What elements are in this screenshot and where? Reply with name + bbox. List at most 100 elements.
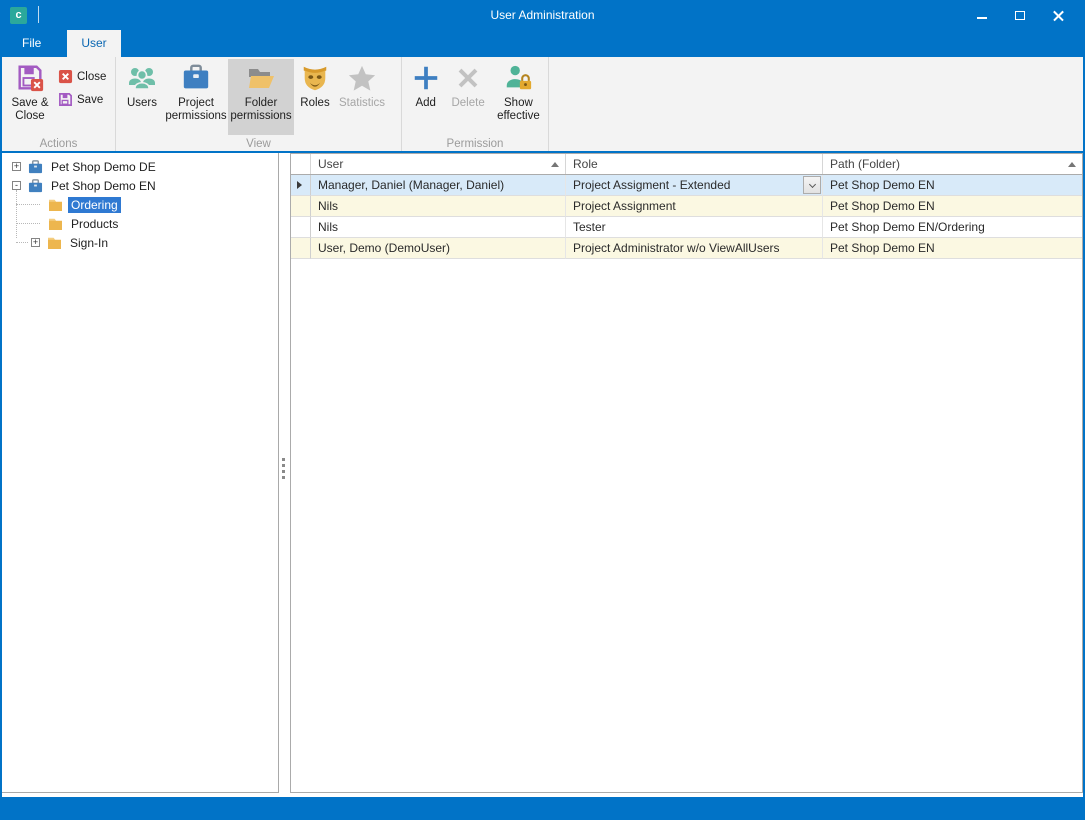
grid-row-3[interactable]: Nils Tester Pet Shop Demo EN/Ordering — [291, 217, 1082, 238]
save-close-icon — [14, 62, 46, 94]
add-button[interactable]: Add — [406, 59, 445, 135]
folder-permissions-label: Folder permissions — [228, 97, 294, 123]
row-indicator — [291, 196, 311, 217]
ribbon-tab-bar: File User — [0, 30, 1085, 57]
minimize-button[interactable] — [963, 0, 1001, 30]
expand-icon[interactable]: + — [31, 238, 40, 247]
grid-cell-role[interactable]: Project Assignment — [566, 196, 823, 217]
grid-row-2[interactable]: Nils Project Assignment Pet Shop Demo EN — [291, 196, 1082, 217]
grid-header-role[interactable]: Role — [566, 154, 823, 174]
grid-cell-user[interactable]: Nils — [311, 217, 566, 238]
folder-tree: + Pet Shop Demo DE - — [2, 153, 279, 793]
person-lock-icon — [502, 62, 534, 94]
ribbon: Save & Close Close — [0, 57, 1085, 153]
grid-cell-user[interactable]: User, Demo (DemoUser) — [311, 238, 566, 259]
add-label: Add — [415, 97, 435, 110]
delete-button: Delete — [445, 59, 490, 135]
sort-asc-icon — [551, 162, 559, 167]
folder-icon — [47, 236, 62, 250]
tree-item-label: Sign-In — [67, 235, 111, 251]
close-icon — [1053, 10, 1064, 21]
main-area: + Pet Shop Demo DE - — [0, 153, 1085, 797]
project-permissions-label: Project permissions — [164, 97, 228, 123]
grid-cell-path[interactable]: Pet Shop Demo EN — [823, 238, 1082, 259]
close-window-button[interactable] — [1039, 0, 1077, 30]
star-icon — [346, 62, 378, 94]
grid-cell-user[interactable]: Nils — [311, 196, 566, 217]
folder-permissions-button[interactable]: Folder permissions — [228, 59, 294, 135]
save-label: Save — [77, 94, 103, 106]
grid-header-row: User Role Path (Folder) — [291, 154, 1082, 175]
roles-button[interactable]: Roles — [294, 59, 336, 135]
mask-icon — [299, 62, 331, 94]
group-label-actions: Actions — [2, 138, 115, 150]
grid-header-path[interactable]: Path (Folder) — [823, 154, 1082, 174]
user-administration-window: c User Administration File User — [0, 0, 1085, 820]
grid-cell-role[interactable]: Project Assigment - Extended — [566, 175, 823, 196]
grid-cell-role[interactable]: Project Administrator w/o ViewAllUsers — [566, 238, 823, 259]
panel-splitter[interactable] — [279, 153, 290, 793]
close-label: Close — [77, 71, 106, 83]
status-bar — [0, 797, 1085, 820]
role-dropdown-button[interactable] — [803, 176, 821, 194]
delete-label: Delete — [451, 97, 484, 110]
ribbon-group-permission: Add Delete — [402, 57, 549, 151]
plus-icon — [410, 62, 442, 94]
sort-asc-icon — [1068, 162, 1076, 167]
tree-item-sign-in[interactable]: + Sign-In — [2, 233, 278, 252]
group-label-view: View — [116, 138, 401, 150]
project-icon — [28, 160, 43, 174]
tree-item-label: Pet Shop Demo DE — [48, 159, 159, 175]
grid-cell-role[interactable]: Tester — [566, 217, 823, 238]
open-folder-icon — [245, 62, 277, 94]
close-button[interactable]: Close — [54, 67, 109, 86]
save-and-close-label: Save & Close — [6, 97, 54, 123]
tree-item-label: Pet Shop Demo EN — [48, 178, 159, 194]
permissions-grid: User Role Path (Folder) Manager, Daniel … — [290, 153, 1083, 793]
grid-row-1[interactable]: Manager, Daniel (Manager, Daniel) Projec… — [291, 175, 1082, 196]
statistics-label: Statistics — [339, 97, 385, 110]
grid-cell-path[interactable]: Pet Shop Demo EN — [823, 196, 1082, 217]
expand-icon[interactable]: + — [12, 162, 21, 171]
tab-user[interactable]: User — [67, 30, 120, 57]
users-button[interactable]: Users — [120, 59, 164, 135]
folder-icon — [48, 198, 63, 212]
tree-item-pet-shop-demo-de[interactable]: + Pet Shop Demo DE — [2, 157, 278, 176]
window-controls — [963, 0, 1077, 30]
grid-cell-path[interactable]: Pet Shop Demo EN — [823, 175, 1082, 196]
minimize-icon — [977, 17, 987, 19]
tree-connector — [16, 223, 40, 224]
statistics-button: Statistics — [336, 59, 388, 135]
save-button[interactable]: Save — [54, 90, 109, 109]
ribbon-group-view: Users Project permissions — [116, 57, 402, 151]
folder-icon — [48, 217, 63, 231]
tab-file[interactable]: File — [8, 30, 55, 57]
tree-item-pet-shop-demo-en[interactable]: - Pet Shop Demo EN — [2, 176, 278, 195]
project-icon — [28, 179, 43, 193]
close-action-icon — [57, 69, 73, 85]
tree-item-ordering[interactable]: Ordering — [2, 195, 278, 214]
tree-item-products[interactable]: Products — [2, 214, 278, 233]
tree-item-label: Products — [68, 216, 121, 232]
tree-item-label-selected: Ordering — [68, 197, 121, 213]
users-label: Users — [127, 97, 157, 110]
show-effective-button[interactable]: Show effective — [491, 59, 546, 135]
row-indicator — [291, 217, 311, 238]
maximize-button[interactable] — [1001, 0, 1039, 30]
save-and-close-button[interactable]: Save & Close — [6, 59, 54, 135]
project-permissions-button[interactable]: Project permissions — [164, 59, 228, 135]
grid-header-user[interactable]: User — [311, 154, 566, 174]
roles-label: Roles — [300, 97, 329, 110]
collapse-icon[interactable]: - — [12, 181, 21, 190]
save-icon — [57, 92, 73, 108]
x-icon — [452, 62, 484, 94]
briefcase-icon — [180, 62, 212, 94]
grid-cell-path[interactable]: Pet Shop Demo EN/Ordering — [823, 217, 1082, 238]
grid-header-indicator — [291, 154, 311, 174]
grid-row-4[interactable]: User, Demo (DemoUser) Project Administra… — [291, 238, 1082, 259]
grid-cell-user[interactable]: Manager, Daniel (Manager, Daniel) — [311, 175, 566, 196]
group-label-permission: Permission — [402, 138, 548, 150]
current-row-icon — [297, 181, 302, 189]
splitter-grip-icon — [282, 458, 285, 479]
actions-small-buttons: Close Save — [54, 67, 109, 113]
